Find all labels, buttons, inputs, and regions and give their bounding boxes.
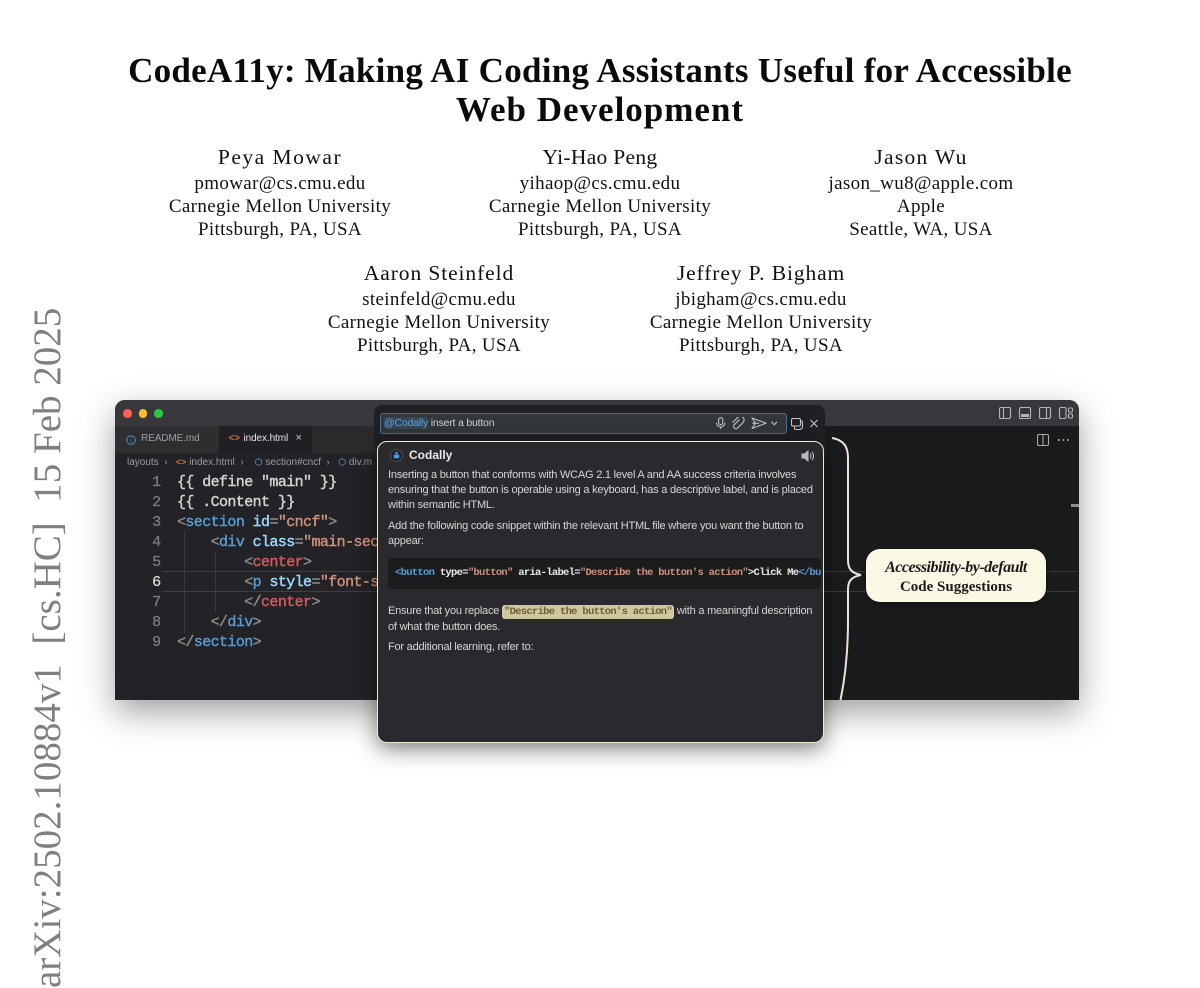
svg-text:i: i xyxy=(130,437,132,444)
